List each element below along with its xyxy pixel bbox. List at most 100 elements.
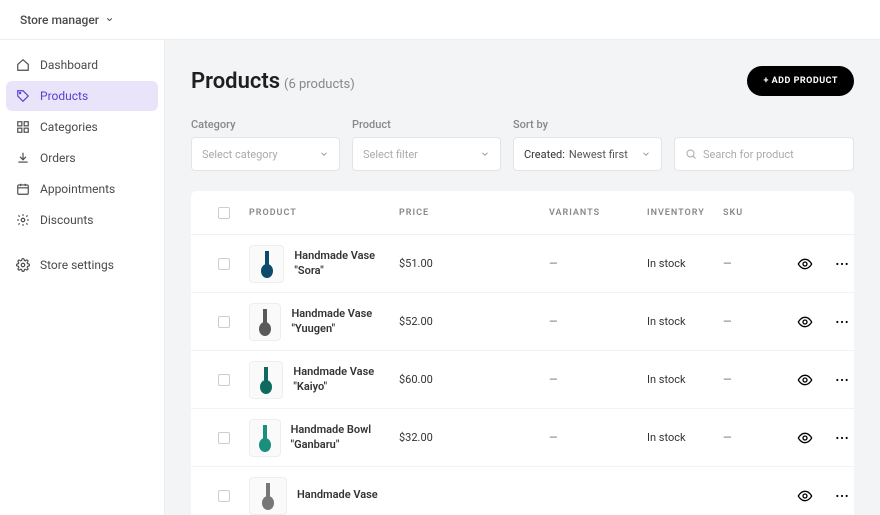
variants-cell: — <box>549 431 647 444</box>
select-all-checkbox[interactable] <box>218 207 230 219</box>
sidebar: Dashboard Products Categories Orders App… <box>0 40 165 515</box>
product-filter-placeholder: Select filter <box>363 148 418 161</box>
search-icon <box>685 148 697 160</box>
sidebar-item-dashboard[interactable]: Dashboard <box>6 50 158 80</box>
sidebar-item-label: Dashboard <box>40 58 98 72</box>
page-subtitle: (6 products) <box>284 77 355 92</box>
sidebar-item-label: Appointments <box>40 182 115 196</box>
sidebar-item-label: Store settings <box>40 258 114 272</box>
sidebar-item-label: Categories <box>40 120 98 134</box>
filter-label-category: Category <box>191 118 340 131</box>
table-row: Handmade Vase "Yuugen"$52.00—In stock— <box>191 293 854 351</box>
sidebar-item-appointments[interactable]: Appointments <box>6 174 158 204</box>
filter-label-product: Product <box>352 118 501 131</box>
gear-icon <box>16 213 30 227</box>
row-menu-button[interactable] <box>827 488 854 504</box>
add-product-button[interactable]: + ADD PRODUCT <box>747 66 854 96</box>
view-button[interactable] <box>783 372 827 388</box>
price-cell: $51.00 <box>399 257 549 270</box>
row-checkbox[interactable] <box>218 316 230 328</box>
price-cell: $52.00 <box>399 315 549 328</box>
variants-cell: — <box>549 373 647 386</box>
row-checkbox[interactable] <box>218 490 230 502</box>
sidebar-item-orders[interactable]: Orders <box>6 143 158 173</box>
product-thumbnail <box>249 361 283 399</box>
col-price: PRICE <box>399 208 549 218</box>
search-box[interactable] <box>674 137 854 171</box>
sku-cell: — <box>723 315 783 328</box>
sku-cell: — <box>723 373 783 386</box>
chevron-down-icon <box>105 15 114 24</box>
filter-label-search <box>674 118 854 131</box>
sidebar-item-label: Orders <box>40 151 76 165</box>
product-cell: Handmade Vase <box>249 477 399 515</box>
row-menu-button[interactable] <box>827 372 854 388</box>
inventory-cell: In stock <box>647 373 723 386</box>
table-row: Handmade Bowl "Ganbaru"$32.00—In stock— <box>191 409 854 467</box>
filter-label-sortby: Sort by <box>513 118 662 131</box>
product-cell: Handmade Vase "Kaiyo" <box>249 361 399 399</box>
row-checkbox[interactable] <box>218 374 230 386</box>
view-button[interactable] <box>783 488 827 504</box>
product-name: Handmade Vase "Yuugen" <box>291 307 399 336</box>
tag-icon <box>16 89 30 103</box>
sortby-value: Newest first <box>569 148 628 161</box>
col-product: PRODUCT <box>249 208 399 218</box>
product-thumbnail <box>249 303 281 341</box>
col-sku: SKU <box>723 208 783 218</box>
calendar-icon <box>16 182 30 196</box>
sku-cell: — <box>723 257 783 270</box>
row-checkbox[interactable] <box>218 432 230 444</box>
workspace-switcher[interactable]: Store manager <box>20 13 114 27</box>
price-cell: $60.00 <box>399 373 549 386</box>
search-input[interactable] <box>703 148 843 161</box>
product-name: Handmade Vase <box>297 488 378 502</box>
variants-cell: — <box>549 315 647 328</box>
download-icon <box>16 151 30 165</box>
product-cell: Handmade Bowl "Ganbaru" <box>249 419 399 457</box>
row-checkbox[interactable] <box>218 258 230 270</box>
sortby-inner-label: Created: <box>524 148 565 161</box>
product-name: Handmade Vase "Sora" <box>294 249 399 278</box>
sidebar-item-discounts[interactable]: Discounts <box>6 205 158 235</box>
main-content: Products (6 products) + ADD PRODUCT Cate… <box>165 40 880 515</box>
chevron-down-icon <box>641 149 651 159</box>
sortby-select[interactable]: Created: Newest first <box>513 137 662 171</box>
category-select[interactable]: Select category <box>191 137 340 171</box>
sidebar-item-label: Products <box>40 89 88 103</box>
view-button[interactable] <box>783 430 827 446</box>
inventory-cell: In stock <box>647 315 723 328</box>
products-table: PRODUCT PRICE VARIANTS INVENTORY SKU Han… <box>191 191 854 515</box>
grid-icon <box>16 120 30 134</box>
table-row: Handmade Vase <box>191 467 854 515</box>
sidebar-item-label: Discounts <box>40 213 93 227</box>
product-name: Handmade Vase "Kaiyo" <box>293 365 399 394</box>
sidebar-item-categories[interactable]: Categories <box>6 112 158 142</box>
chevron-down-icon <box>480 149 490 159</box>
product-cell: Handmade Vase "Sora" <box>249 245 399 283</box>
sku-cell: — <box>723 431 783 444</box>
view-button[interactable] <box>783 256 827 272</box>
row-menu-button[interactable] <box>827 430 854 446</box>
table-row: Handmade Vase "Sora"$51.00—In stock— <box>191 235 854 293</box>
row-menu-button[interactable] <box>827 314 854 330</box>
home-icon <box>16 58 30 72</box>
category-placeholder: Select category <box>202 148 278 161</box>
chevron-down-icon <box>319 149 329 159</box>
product-thumbnail <box>249 245 284 283</box>
product-cell: Handmade Vase "Yuugen" <box>249 303 399 341</box>
price-cell: $32.00 <box>399 431 549 444</box>
product-thumbnail <box>249 477 287 515</box>
page-title: Products <box>191 69 280 94</box>
col-inventory: INVENTORY <box>647 208 723 218</box>
product-filter-select[interactable]: Select filter <box>352 137 501 171</box>
row-menu-button[interactable] <box>827 256 854 272</box>
workspace-label: Store manager <box>20 13 99 27</box>
sidebar-item-store-settings[interactable]: Store settings <box>6 250 158 280</box>
variants-cell: — <box>549 257 647 270</box>
settings-icon <box>16 258 30 272</box>
col-variants: VARIANTS <box>549 208 647 218</box>
product-thumbnail <box>249 419 281 457</box>
sidebar-item-products[interactable]: Products <box>6 81 158 111</box>
view-button[interactable] <box>783 314 827 330</box>
